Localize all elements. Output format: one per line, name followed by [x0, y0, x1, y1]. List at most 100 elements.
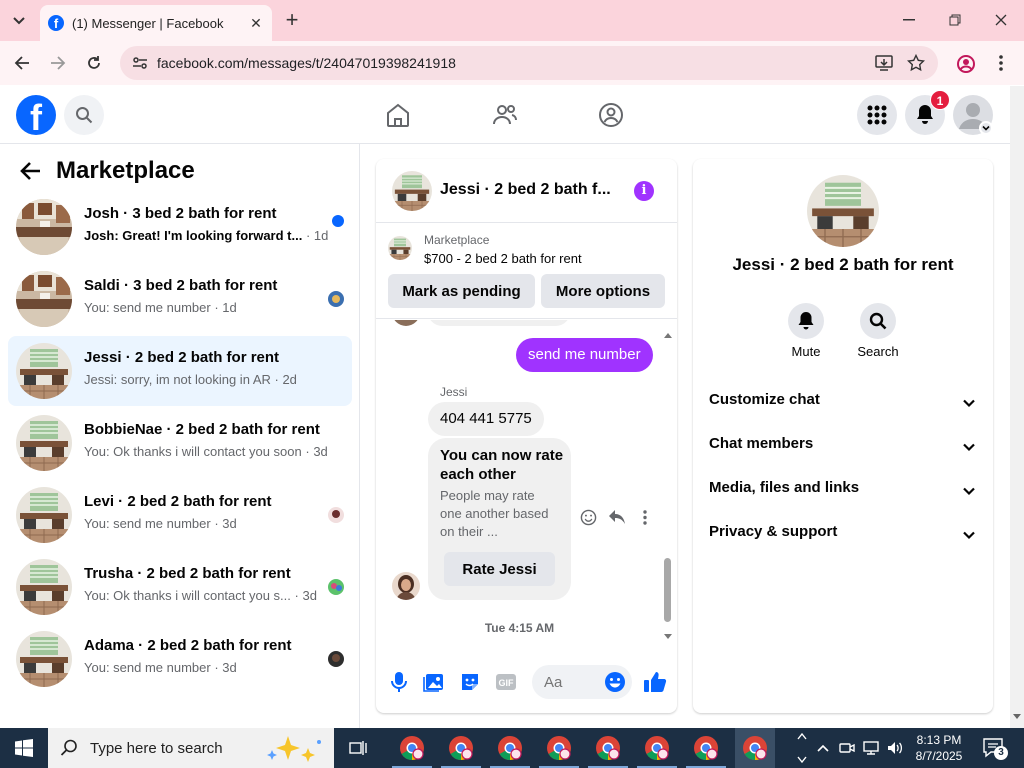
listing-thumbnail[interactable] [388, 236, 412, 260]
mark-as-pending-button[interactable]: Mark as pending [388, 274, 535, 308]
preview-separator: · [290, 588, 303, 603]
rate-jessi-button[interactable]: Rate Jessi [444, 552, 555, 586]
conversation-row[interactable]: BobbieNae · 2 bed 2 bath for rent You: Ok… [8, 408, 352, 478]
back-nav-button[interactable] [10, 51, 34, 75]
taskbar-search-placeholder: Type here to search [90, 739, 223, 757]
volume-icon[interactable] [886, 739, 904, 757]
conversation-row[interactable]: Saldi · 3 bed 2 bath for rent You: send m… [8, 264, 352, 334]
conversation-row[interactable]: Jessi · 2 bed 2 bath for rent Jessi: sorr… [8, 336, 352, 406]
facebook-favicon-icon: f [48, 15, 64, 31]
photo-gallery-icon[interactable] [423, 671, 445, 693]
chat-info-panel: Jessi · 2 bed 2 bath for rent Mute Searc… [693, 159, 993, 713]
previous-message-bubble [428, 320, 570, 326]
groups-nav-button[interactable] [595, 99, 627, 131]
windows-taskbar: Type here to search 8:13 PM 8/7/2025 3 [0, 728, 1024, 768]
react-emoji-icon[interactable] [580, 509, 597, 526]
taskbar-clock[interactable]: 8:13 PM 8/7/2025 [908, 732, 970, 764]
arrow-right-icon [51, 56, 66, 70]
sticker-icon[interactable] [459, 671, 481, 693]
chat-header[interactable]: Jessi · 2 bed 2 bath f... i [376, 159, 677, 223]
taskbar-search-box[interactable]: Type here to search [48, 728, 334, 768]
chrome-taskbar-icon[interactable] [735, 728, 775, 768]
conversation-row[interactable]: Adama · 2 bed 2 bath for rent You: send m… [8, 624, 352, 694]
tab-list-button[interactable] [6, 8, 32, 34]
maximize-button[interactable] [940, 6, 970, 34]
reload-button[interactable] [82, 51, 106, 75]
home-nav-button[interactable] [382, 99, 414, 131]
address-bar[interactable]: facebook.com/messages/t/2404701939824191… [120, 46, 938, 80]
meet-now-icon[interactable] [838, 739, 856, 757]
search-in-conversation-button[interactable] [860, 303, 896, 339]
preview-separator: · [302, 228, 314, 243]
page-title: Marketplace [56, 157, 195, 184]
account-avatar-button[interactable] [953, 95, 993, 135]
minimize-icon [903, 19, 915, 21]
chrome-taskbar-icon[interactable] [539, 734, 579, 768]
minimize-button[interactable] [894, 6, 924, 34]
conversation-row[interactable]: Levi · 2 bed 2 bath for rent You: send me… [8, 480, 352, 550]
rate-body: People may rate one another based on the… [440, 488, 549, 539]
read-receipt-avatar [328, 507, 344, 523]
chrome-taskbar-icon[interactable] [686, 734, 726, 768]
browser-tab[interactable]: f (1) Messenger | Facebook ✕ [40, 5, 272, 41]
conversation-time: 3d [302, 588, 317, 603]
more-actions-icon[interactable] [642, 509, 648, 526]
friends-nav-button[interactable] [489, 99, 521, 131]
chrome-taskbar-icon[interactable] [392, 734, 432, 768]
new-tab-button[interactable]: + [280, 7, 304, 32]
action-center-button[interactable]: 3 [982, 736, 1008, 760]
network-icon[interactable] [862, 739, 880, 757]
conversation-time: 2d [282, 372, 297, 387]
page-scrollbar[interactable] [1010, 86, 1024, 728]
bookmark-star-icon[interactable] [907, 54, 925, 72]
microphone-icon[interactable] [388, 671, 410, 693]
task-view-icon[interactable] [349, 738, 369, 758]
chrome-taskbar-icon[interactable] [637, 734, 677, 768]
reply-icon[interactable] [608, 509, 626, 526]
back-button[interactable] [20, 160, 44, 184]
conversation-row[interactable]: Trusha · 2 bed 2 bath for rent You: Ok th… [8, 552, 352, 622]
outgoing-message[interactable]: send me number [516, 338, 653, 372]
facebook-logo-icon[interactable]: f [16, 95, 56, 135]
conversation-avatar [16, 631, 72, 687]
privacy-support-section[interactable]: Privacy & support [709, 523, 977, 547]
taskbar-scroll-icon[interactable] [796, 730, 808, 766]
jessi-profile-avatar[interactable] [392, 572, 420, 600]
more-options-button[interactable]: More options [541, 274, 665, 308]
info-icon[interactable]: i [634, 181, 654, 201]
section-label: Customize chat [709, 391, 820, 408]
site-settings-icon[interactable] [132, 55, 148, 71]
forward-nav-button[interactable] [46, 51, 70, 75]
customize-chat-section[interactable]: Customize chat [709, 391, 977, 415]
incoming-message[interactable]: 404 441 5775 [428, 402, 544, 436]
chrome-taskbar-icon[interactable] [490, 734, 530, 768]
reload-icon [88, 56, 100, 69]
menu-grid-button[interactable] [857, 95, 897, 135]
install-app-icon[interactable] [875, 54, 893, 72]
url-text: facebook.com/messages/t/2404701939824191… [157, 55, 456, 71]
facebook-search-button[interactable] [64, 95, 104, 135]
conversation-avatar [16, 271, 72, 327]
media-files-links-section[interactable]: Media, files and links [709, 479, 977, 503]
message-scrollbar[interactable] [663, 328, 673, 644]
section-label: Media, files and links [709, 479, 860, 496]
conversation-preview: Josh: Great! I'm looking forward t... · … [84, 228, 328, 243]
conversation-row[interactable]: Josh · 3 bed 2 bath for rent Josh: Great!… [8, 192, 352, 262]
close-tab-icon[interactable]: ✕ [246, 13, 266, 33]
thumbs-up-icon[interactable] [643, 670, 667, 694]
kebab-menu-icon[interactable] [998, 54, 1004, 72]
listing-price[interactable]: $700 - 2 bed 2 bath for rent [424, 251, 582, 266]
close-window-button[interactable] [986, 6, 1016, 34]
mute-button[interactable] [788, 303, 824, 339]
profile-icon[interactable] [956, 54, 976, 74]
start-button[interactable] [0, 728, 48, 768]
preview-text: You: send me number [84, 300, 211, 315]
gif-icon[interactable]: GIF [495, 671, 517, 693]
emoji-icon[interactable] [604, 671, 626, 693]
chrome-taskbar-icon[interactable] [441, 734, 481, 768]
chrome-taskbar-icon[interactable] [588, 734, 628, 768]
tray-chevron-up-icon[interactable] [816, 740, 830, 756]
info-avatar[interactable] [807, 175, 879, 247]
friends-icon [493, 105, 517, 125]
chat-members-section[interactable]: Chat members [709, 435, 977, 459]
